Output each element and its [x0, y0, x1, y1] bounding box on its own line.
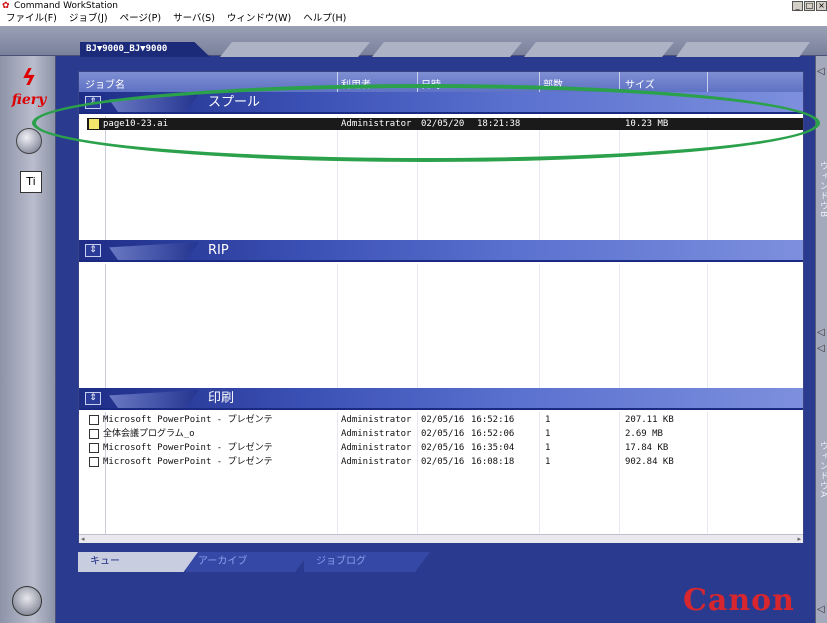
- window-controls: _ □ ×: [792, 1, 827, 11]
- document-icon: [89, 119, 99, 129]
- spool-section: ⇕ スプール page10-23.ai Administrator 02/05/…: [79, 92, 803, 240]
- col-job-name[interactable]: ジョブ名: [85, 76, 125, 91]
- maximize-button[interactable]: □: [804, 1, 815, 11]
- print-section-header: ⇕ 印刷: [79, 388, 803, 410]
- empty-server-tab[interactable]: [676, 42, 810, 57]
- server-tab[interactable]: BJ▼9000_BJ▼9000: [80, 42, 210, 57]
- fiery-logo-icon: ϟ fiery: [11, 66, 47, 108]
- section-toggle-button[interactable]: ⇕: [85, 96, 101, 109]
- print-section: ⇕ 印刷 Microsoft PowerPoint - プレゼンテ Admini…: [79, 388, 803, 534]
- bottom-tab-bar: ジョブログ アーカイブ キュー: [78, 552, 438, 572]
- empty-server-tab[interactable]: [220, 42, 370, 57]
- menu-job[interactable]: ジョブ(J): [63, 12, 114, 26]
- disc-icon[interactable]: [16, 128, 42, 154]
- database-icon[interactable]: [12, 586, 42, 616]
- right-sidebar: ◁ ウィンドウB ◁ ◁ ウィンドウA ◁: [815, 56, 827, 623]
- queue-panel: ジョブ名 利用者 日時 部数 サイズ ⇕ スプール page10-23.ai A…: [78, 71, 804, 543]
- menu-server[interactable]: サーバ(S): [167, 12, 221, 26]
- rip-section-header: ⇕ RIP: [79, 240, 803, 262]
- tab-job-log[interactable]: ジョブログ: [304, 552, 430, 572]
- collapse-arrow-icon[interactable]: ◁: [817, 343, 825, 354]
- window-title: Command WorkStation: [14, 1, 118, 11]
- tab-queue[interactable]: キュー: [78, 552, 198, 572]
- menu-bar: ファイル(F) ジョブ(J) ページ(P) サーバ(S) ウィンドウ(W) ヘル…: [0, 12, 827, 26]
- print-label: 印刷: [208, 391, 235, 406]
- left-sidebar: ϟ fiery Ti: [0, 56, 56, 623]
- window-b-label[interactable]: ウィンドウB: [817, 161, 827, 218]
- document-icon: [89, 429, 99, 439]
- table-row[interactable]: 全体会議プログラム_o Administrator 02/05/16 16:52…: [87, 428, 803, 440]
- menu-file[interactable]: ファイル(F): [0, 12, 63, 26]
- collapse-arrow-icon[interactable]: ◁: [817, 604, 825, 615]
- tools-icon[interactable]: Ti: [20, 171, 42, 193]
- column-header: ジョブ名 利用者 日時 部数 サイズ: [79, 72, 803, 92]
- table-row[interactable]: Microsoft PowerPoint - プレゼンテ Administrat…: [87, 414, 803, 426]
- window-a-label[interactable]: ウィンドウA: [817, 441, 827, 498]
- section-toggle-button[interactable]: ⇕: [85, 244, 101, 257]
- menu-page[interactable]: ページ(P): [114, 12, 167, 26]
- menu-help[interactable]: ヘルプ(H): [297, 12, 352, 26]
- document-icon: [89, 415, 99, 425]
- collapse-arrow-icon[interactable]: ◁: [817, 327, 825, 338]
- spool-label: スプール: [208, 95, 261, 110]
- canon-logo: Canon: [683, 583, 795, 618]
- menu-window[interactable]: ウィンドウ(W): [221, 12, 297, 26]
- rip-section: ⇕ RIP: [79, 240, 803, 388]
- document-icon: [89, 457, 99, 467]
- section-toggle-button[interactable]: ⇕: [85, 392, 101, 405]
- rip-label: RIP: [208, 243, 229, 258]
- table-row[interactable]: page10-23.ai Administrator 02/05/20 18:2…: [87, 118, 803, 130]
- table-row[interactable]: Microsoft PowerPoint - プレゼンテ Administrat…: [87, 442, 803, 454]
- empty-server-tab[interactable]: [524, 42, 674, 57]
- app-icon: ✿: [2, 1, 10, 11]
- spool-section-header: ⇕ スプール: [79, 92, 803, 114]
- col-size[interactable]: サイズ: [625, 76, 655, 91]
- server-tab-strip: BJ▼9000_BJ▼9000: [0, 26, 827, 57]
- empty-server-tab[interactable]: [372, 42, 522, 57]
- collapse-arrow-icon[interactable]: ◁: [817, 66, 825, 77]
- horizontal-scrollbar[interactable]: ◂ ▸: [79, 534, 803, 543]
- tab-archive[interactable]: アーカイブ: [186, 552, 310, 572]
- minimize-button[interactable]: _: [792, 1, 803, 11]
- window-titlebar: ✿ Command WorkStation _ □ ×: [0, 0, 827, 12]
- col-copies[interactable]: 部数: [543, 76, 563, 91]
- table-row[interactable]: Microsoft PowerPoint - プレゼンテ Administrat…: [87, 456, 803, 468]
- scroll-right-icon[interactable]: ▸: [797, 535, 801, 543]
- close-button[interactable]: ×: [816, 1, 827, 11]
- document-icon: [89, 443, 99, 453]
- col-date[interactable]: 日時: [421, 76, 441, 91]
- scroll-left-icon[interactable]: ◂: [81, 535, 85, 543]
- col-user[interactable]: 利用者: [341, 76, 371, 91]
